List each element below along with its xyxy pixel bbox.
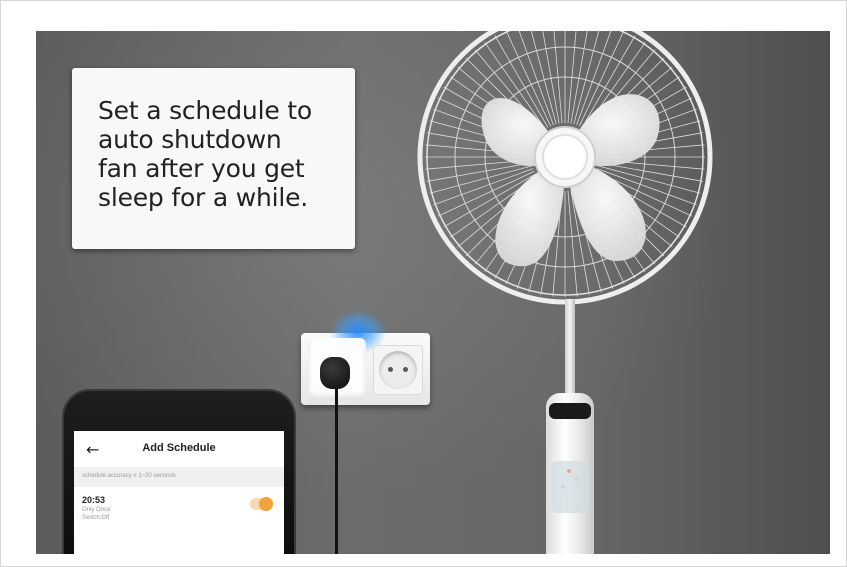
empty-outlet: [373, 345, 423, 395]
schedule-repeat: Only Once: [82, 507, 111, 513]
app-header: ← Add Schedule: [74, 431, 284, 467]
accuracy-notice: schedule accuracy ± 1~30 seconds: [74, 467, 284, 487]
fan-guard-spoke: [598, 162, 703, 182]
caption-card: Set a schedule to auto shutdown fan afte…: [72, 68, 355, 249]
outlet-face: [379, 351, 417, 389]
fan-head-illustration: [417, 31, 713, 305]
product-scene: Set a schedule to auto shutdown fan afte…: [36, 31, 830, 554]
fan-indicator-light: [561, 485, 565, 489]
fan-height-clamp: [549, 403, 591, 419]
toggle-knob: [259, 497, 273, 511]
schedule-time[interactable]: 20:53: [82, 495, 105, 505]
schedule-action: Switch:Off: [82, 515, 110, 521]
outlet-hole: [403, 367, 408, 372]
fan-plug: [320, 357, 350, 389]
fan-guard-spoke: [427, 162, 532, 182]
image-frame: Set a schedule to auto shutdown fan afte…: [0, 0, 847, 567]
smartphone: ← Add Schedule schedule accuracy ± 1~30 …: [64, 391, 294, 554]
app-title: Add Schedule: [142, 442, 216, 454]
schedule-enable-toggle[interactable]: [250, 497, 273, 511]
accuracy-notice-text: schedule accuracy ± 1~30 seconds: [82, 473, 176, 479]
fan-pole: [565, 299, 575, 399]
phone-screen: ← Add Schedule schedule accuracy ± 1~30 …: [74, 431, 284, 554]
power-cable: [335, 389, 338, 554]
fan-indicator-light: [575, 477, 579, 481]
caption-text: Set a schedule to auto shutdown fan afte…: [98, 96, 312, 212]
fan-control-panel: [551, 461, 589, 513]
outlet-hole: [388, 367, 393, 372]
fan-indicator-light: [567, 469, 571, 473]
